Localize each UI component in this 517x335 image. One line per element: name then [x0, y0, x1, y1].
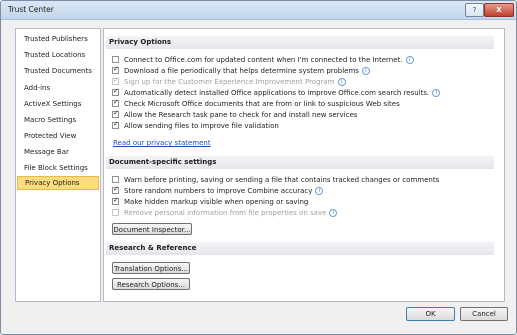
sidebar: Trusted Publishers Trusted Locations Tru…: [15, 28, 101, 302]
document-inspector-button[interactable]: Document Inspector...: [112, 223, 192, 235]
option-label: Allow sending files to improve file vali…: [124, 122, 279, 130]
section-heading-research: Research & Reference: [106, 242, 494, 255]
sidebar-item-add-ins[interactable]: Add-ins: [17, 81, 99, 95]
option-label: Warn before printing, saving or sending …: [124, 176, 440, 184]
section-heading-document: Document-specific settings: [106, 156, 494, 169]
sidebar-item-trusted-locations[interactable]: Trusted Locations: [17, 48, 99, 62]
info-icon: i: [329, 209, 338, 217]
title-bar: Trust Center ? X: [1, 1, 516, 20]
window-title: Trust Center: [8, 5, 54, 14]
option-label: Check Microsoft Office documents that ar…: [124, 100, 400, 108]
option-label: Sign up for the Customer Experience Impr…: [124, 78, 335, 86]
privacy-statement-link[interactable]: Read our privacy statement: [113, 139, 211, 147]
checkbox[interactable]: [112, 87, 119, 96]
option-label: Download a file periodically that helps …: [124, 67, 359, 75]
checkbox: [112, 209, 119, 216]
research-options-button[interactable]: Research Options...: [112, 278, 190, 290]
checkbox[interactable]: [112, 196, 119, 205]
checkbox[interactable]: [112, 98, 119, 107]
sidebar-item-trusted-publishers[interactable]: Trusted Publishers: [17, 32, 99, 46]
checkbox[interactable]: [112, 65, 119, 74]
translation-options-button[interactable]: Translation Options...: [112, 262, 190, 274]
option-label: Allow the Research task pane to check fo…: [124, 111, 358, 119]
option-label: Make hidden markup visible when opening …: [124, 198, 309, 206]
trust-center-dialog: Trust Center ? X Trusted Publishers Trus…: [0, 0, 517, 335]
info-icon: i: [361, 67, 370, 75]
checkbox[interactable]: [112, 185, 119, 194]
checkbox[interactable]: [112, 56, 119, 63]
info-icon: i: [337, 78, 346, 86]
option-label: Connect to Office.com for updated conten…: [124, 56, 403, 64]
checkbox[interactable]: [112, 120, 119, 129]
sidebar-item-protected-view[interactable]: Protected View: [17, 129, 99, 143]
ok-button[interactable]: OK: [406, 307, 455, 321]
info-icon: i: [432, 89, 441, 97]
sidebar-item-activex-settings[interactable]: ActiveX Settings: [17, 97, 99, 111]
cancel-button[interactable]: Cancel: [460, 307, 508, 321]
privacy-options-panel: Privacy Options Connect to Office.com fo…: [103, 28, 505, 302]
sidebar-item-trusted-documents[interactable]: Trusted Documents: [17, 64, 99, 78]
checkbox[interactable]: [112, 176, 119, 183]
checkbox[interactable]: [112, 109, 119, 118]
close-button[interactable]: X: [484, 3, 514, 17]
option-label: Remove personal information from file pr…: [124, 209, 327, 217]
info-icon: i: [405, 56, 414, 64]
info-icon: i: [315, 187, 324, 195]
option-label: Store random numbers to improve Combine …: [124, 187, 313, 195]
sidebar-item-message-bar[interactable]: Message Bar: [17, 145, 99, 159]
option-label: Automatically detect installed Office ap…: [124, 89, 430, 97]
sidebar-item-privacy-options[interactable]: Privacy Options: [17, 176, 99, 190]
sidebar-item-file-block-settings[interactable]: File Block Settings: [17, 161, 99, 175]
sidebar-item-macro-settings[interactable]: Macro Settings: [17, 113, 99, 127]
checkbox: [112, 76, 119, 85]
section-heading-privacy: Privacy Options: [106, 36, 494, 49]
help-button[interactable]: ?: [465, 3, 484, 17]
